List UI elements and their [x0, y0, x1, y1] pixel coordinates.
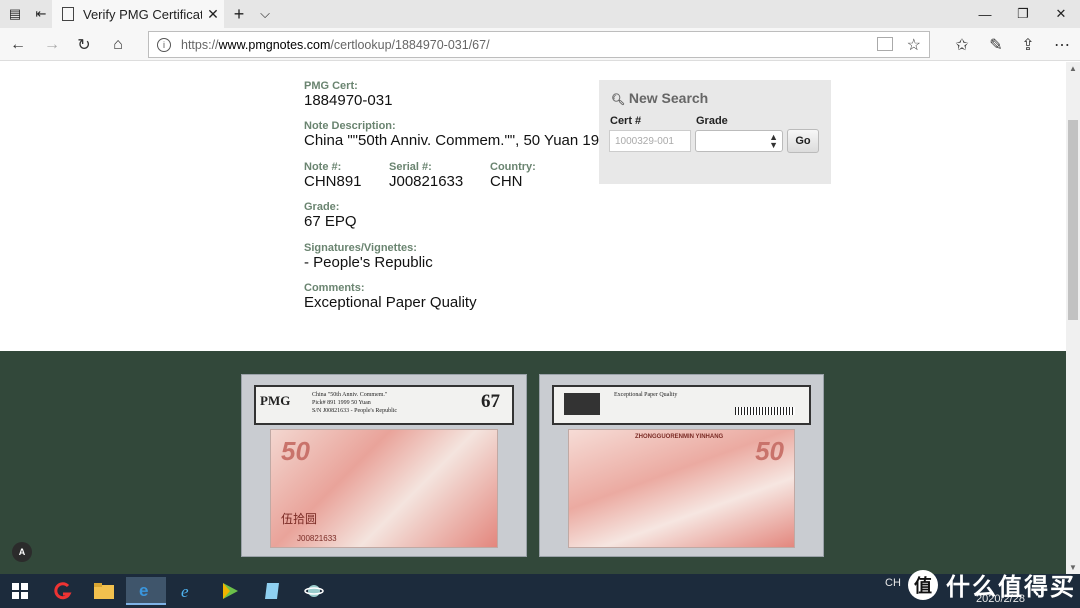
note-number-value: CHN891 — [304, 173, 362, 190]
url-path: /certlookup/1884970-031/67/ — [330, 37, 490, 52]
url-field[interactable]: i https://www.pmgnotes.com/certlookup/18… — [148, 31, 930, 58]
svg-text:e: e — [181, 582, 189, 601]
description-value: China ""50th Anniv. Commem."", 50 Yuan 1… — [304, 132, 616, 149]
edge-browser-icon[interactable]: e — [126, 577, 166, 605]
tab-verify-pmg[interactable]: Verify PMG Certification ✕ — [52, 0, 224, 28]
svg-text:e: e — [139, 581, 148, 600]
note-number-label: Note #: — [304, 161, 342, 173]
select-arrows-icon: ▲ ▼ — [769, 132, 778, 150]
text-size-icon[interactable]: A — [12, 542, 32, 562]
browser-tab-bar: ▤ ⇤ Verify PMG Certification ✕ + ⌵ — ❐ ✕ — [0, 0, 1080, 28]
more-options-icon[interactable]: ⋯ — [1048, 31, 1076, 59]
app-red-icon[interactable] — [42, 577, 82, 605]
bank-name: ZHONGGUORENMIN YINHANG — [635, 434, 724, 440]
minimize-icon[interactable]: — — [966, 0, 1004, 28]
media-player-icon[interactable] — [210, 577, 250, 605]
tab-list-chevron-icon[interactable]: ⌵ — [252, 0, 278, 28]
notes-app-icon[interactable] — [252, 577, 292, 605]
comments-value: Exceptional Paper Quality — [304, 294, 477, 311]
back-icon[interactable]: ← — [4, 31, 32, 59]
banknote-back: ZHONGGUORENMIN YINHANG 50 — [568, 429, 795, 548]
url-scheme: https:// — [181, 37, 219, 52]
signatures-label: Signatures/Vignettes: — [304, 242, 417, 254]
close-window-icon[interactable]: ✕ — [1042, 0, 1080, 28]
cert-label: PMG Cert: — [304, 80, 358, 92]
tab-actions-icon[interactable]: ▤ — [2, 0, 28, 28]
forward-icon[interactable]: → — [38, 31, 66, 59]
page-icon — [62, 7, 74, 21]
scroll-thumb[interactable] — [1068, 120, 1078, 320]
barcode — [735, 407, 795, 415]
description-label: Note Description: — [304, 120, 396, 132]
watermark-icon: 值 — [908, 569, 938, 600]
front-slab-label: PMG China "50th Anniv. Commem." Pick# 89… — [254, 385, 514, 425]
country-label: Country: — [490, 161, 536, 173]
address-bar-row: ← → ↻ ⌂ i https://www.pmgnotes.com/certl… — [0, 28, 1080, 61]
pmg-hologram — [564, 393, 600, 415]
close-tab-icon[interactable]: ✕ — [202, 6, 224, 23]
serial-value: J00821633 — [389, 173, 464, 190]
comments-label: Comments: — [304, 282, 365, 294]
home-icon[interactable]: ⌂ — [104, 31, 132, 59]
cert-value: 1884970-031 — [304, 92, 393, 109]
pen-icon[interactable]: ✎ — [982, 31, 1010, 59]
grade-select[interactable]: ▲ ▼ — [695, 130, 783, 152]
tab-title: Verify PMG Certification — [83, 6, 202, 22]
banknote-front: 50 伍拾圆 J00821633 — [270, 429, 498, 548]
share-icon[interactable]: ⇪ — [1014, 31, 1042, 59]
front-slab-image[interactable]: PMG China "50th Anniv. Commem." Pick# 89… — [241, 374, 527, 557]
internet-explorer-icon[interactable]: e — [168, 577, 208, 605]
grade-select-label: Grade — [696, 115, 728, 127]
serial-label: Serial #: — [389, 161, 432, 173]
scroll-up-icon[interactable]: ▲ — [1069, 64, 1077, 73]
grade-label: Grade: — [304, 201, 340, 213]
watermark-text: 什么值得买 — [946, 574, 1076, 601]
favorite-star-icon[interactable]: ☆ — [907, 35, 921, 55]
page-scrollbar[interactable]: ▲ ▼ — [1066, 62, 1080, 574]
start-windows-icon[interactable] — [0, 577, 40, 605]
site-info-icon[interactable]: i — [157, 37, 171, 52]
restore-icon[interactable]: ❐ — [1004, 0, 1042, 28]
app-planet-icon[interactable] — [294, 577, 334, 605]
watermark-logo: 值 什么值得买 — [908, 567, 1076, 602]
slab-grade: 67 — [481, 391, 500, 412]
search-icon: 🔍︎ — [611, 94, 625, 106]
chinese-denomination: 伍拾圆 — [281, 512, 318, 526]
back-slab-label: Exceptional Paper Quality — [552, 385, 811, 425]
refresh-icon[interactable]: ↻ — [70, 31, 98, 59]
grade-value: 67 EPQ — [304, 213, 357, 230]
note-images-band: PMG China "50th Anniv. Commem." Pick# 89… — [0, 351, 1066, 574]
page-content: PMG Cert: 1884970-031 Note Description: … — [0, 62, 1066, 574]
favorites-icon[interactable]: ✩ — [948, 31, 976, 59]
file-explorer-icon[interactable] — [84, 577, 124, 605]
signatures-value: - People's Republic — [304, 254, 433, 271]
cert-number-label: Cert # — [610, 115, 642, 127]
url-domain: www.pmgnotes.com — [218, 37, 331, 52]
pmg-logo: PMG — [260, 393, 291, 408]
back-slab-image[interactable]: Exceptional Paper Quality ZHONGGUORENMIN… — [539, 374, 824, 557]
new-tab-icon[interactable]: + — [226, 0, 252, 28]
set-aside-tabs-icon[interactable]: ⇤ — [28, 0, 54, 28]
denomination-back: 50 — [755, 436, 784, 466]
cert-number-input[interactable] — [609, 130, 691, 152]
denomination-front: 50 — [281, 436, 310, 466]
new-search-panel: 🔍︎ New Search Cert # Grade ▲▼ Go — [599, 80, 831, 184]
reading-view-icon[interactable] — [877, 37, 893, 51]
country-value: CHN — [490, 173, 523, 190]
banknote-serial: J00821633 — [297, 534, 337, 543]
slab-description: China "50th Anniv. Commem." Pick# 891 19… — [312, 392, 398, 414]
ime-indicator[interactable]: CH — [885, 577, 901, 589]
go-button[interactable]: Go — [787, 129, 819, 153]
new-search-heading: 🔍︎ New Search — [611, 90, 709, 106]
back-slab-comment: Exceptional Paper Quality — [614, 392, 678, 398]
